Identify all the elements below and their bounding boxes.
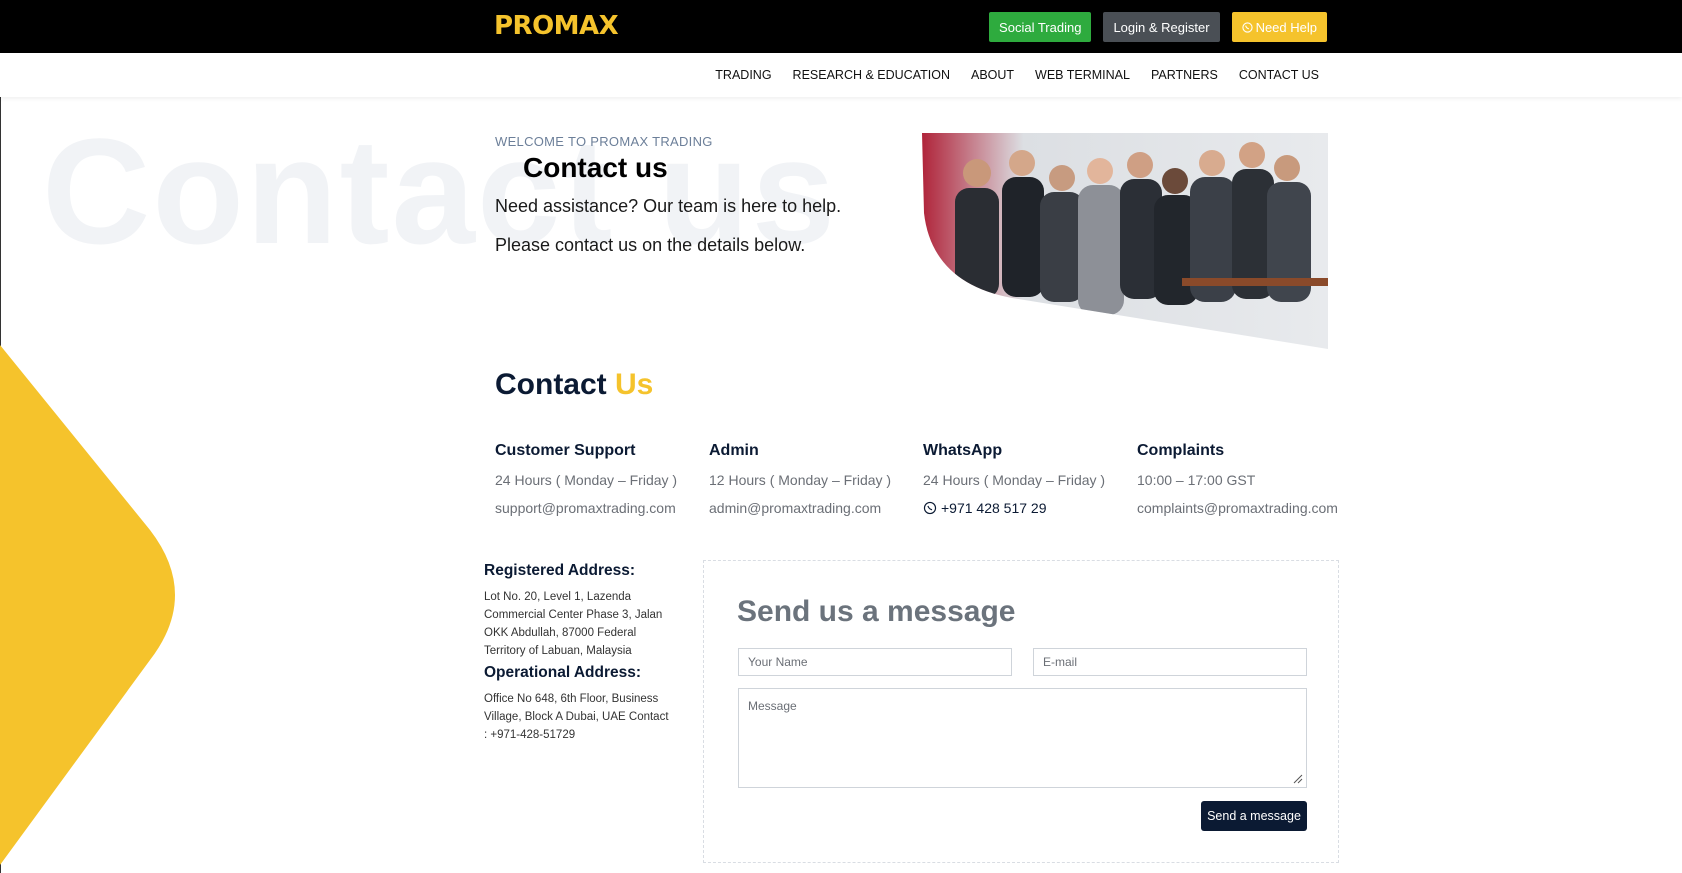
- channel-hours: 24 Hours ( Monday – Friday ): [923, 472, 1106, 488]
- channel-title: Complaints: [1137, 442, 1225, 459]
- contact-heading: Contact Us: [495, 368, 653, 402]
- email-input[interactable]: E-mail: [1033, 648, 1307, 676]
- whatsapp-number-link[interactable]: +971 428 517 29: [923, 500, 1137, 516]
- contact-heading-accent: Us: [615, 368, 654, 401]
- channel-admin: Admin 12 Hours ( Monday – Friday ) admin…: [709, 442, 923, 516]
- top-header: PROMAX Social Trading Login & Register N…: [0, 0, 1682, 53]
- form-title: Send us a message: [737, 595, 1016, 628]
- complaints-email-link[interactable]: complaints@promaxtrading.com: [1137, 500, 1351, 516]
- channel-title: Admin: [709, 442, 759, 459]
- operational-address-title: Operational Address:: [484, 664, 642, 681]
- nav-about[interactable]: ABOUT: [971, 68, 1014, 82]
- admin-email-link[interactable]: admin@promaxtrading.com: [709, 500, 923, 516]
- hero-subtitle-2: Please contact us on the details below.: [495, 235, 806, 255]
- whatsapp-number: +971 428 517 29: [941, 500, 1047, 516]
- yellow-decoration: [0, 345, 175, 865]
- channel-hours: 12 Hours ( Monday – Friday ): [709, 472, 892, 488]
- resize-handle-icon[interactable]: [1293, 774, 1303, 784]
- contact-heading-main: Contact: [495, 368, 607, 401]
- contact-form: Send us a message Your Name E-mail Messa…: [703, 560, 1339, 863]
- channel-title: Customer Support: [495, 442, 636, 459]
- name-input[interactable]: Your Name: [738, 648, 1012, 676]
- promax-logo[interactable]: PROMAX: [494, 11, 619, 41]
- login-register-button[interactable]: Login & Register: [1103, 12, 1220, 42]
- channel-whatsapp: WhatsApp 24 Hours ( Monday – Friday ) +9…: [923, 442, 1137, 516]
- address-block: Registered Address: Lot No. 20, Level 1,…: [484, 562, 674, 744]
- hero-eyebrow: WELCOME TO PROMAX TRADING: [495, 134, 713, 149]
- registered-address-text: Lot No. 20, Level 1, Lazenda Commercial …: [484, 591, 663, 657]
- nav-web-terminal[interactable]: WEB TERMINAL: [1035, 68, 1130, 82]
- contact-channels: Customer Support 24 Hours ( Monday – Fri…: [495, 442, 1351, 516]
- logo-text: PROMAX: [494, 11, 619, 41]
- message-placeholder: Message: [748, 699, 797, 713]
- operational-address-text: Office No 648, 6th Floor, Business Villa…: [484, 693, 669, 741]
- social-trading-button[interactable]: Social Trading: [989, 12, 1092, 42]
- channel-title: WhatsApp: [923, 442, 1003, 459]
- hero-title: Contact us: [523, 152, 668, 183]
- channel-complaints: Complaints 10:00 – 17:00 GST complaints@…: [1137, 442, 1351, 516]
- nav-research-education[interactable]: RESEARCH & EDUCATION: [793, 68, 950, 82]
- channel-hours: 10:00 – 17:00 GST: [1137, 472, 1256, 488]
- need-help-label: Need Help: [1255, 19, 1317, 35]
- whatsapp-icon: [1241, 21, 1253, 33]
- channel-customer-support: Customer Support 24 Hours ( Monday – Fri…: [495, 442, 709, 516]
- team-photo: [922, 133, 1328, 349]
- need-help-button[interactable]: Need Help: [1231, 12, 1327, 42]
- whatsapp-icon: [923, 501, 937, 515]
- hero-subtitle-1: Need assistance? Our team is here to hel…: [495, 196, 842, 216]
- nav-contact-us[interactable]: CONTACT US: [1239, 68, 1319, 82]
- main-nav: TRADING RESEARCH & EDUCATION ABOUT WEB T…: [0, 53, 1682, 97]
- header-actions: Social Trading Login & Register Need Hel…: [989, 12, 1327, 42]
- nav-partners[interactable]: PARTNERS: [1151, 68, 1218, 82]
- send-message-button[interactable]: Send a message: [1201, 801, 1307, 831]
- message-textarea[interactable]: Message: [738, 688, 1307, 788]
- registered-address-title: Registered Address:: [484, 562, 636, 579]
- channel-hours: 24 Hours ( Monday – Friday ): [495, 472, 678, 488]
- nav-trading[interactable]: TRADING: [715, 68, 771, 82]
- nav-links: TRADING RESEARCH & EDUCATION ABOUT WEB T…: [715, 53, 1319, 97]
- support-email-link[interactable]: support@promaxtrading.com: [495, 500, 709, 516]
